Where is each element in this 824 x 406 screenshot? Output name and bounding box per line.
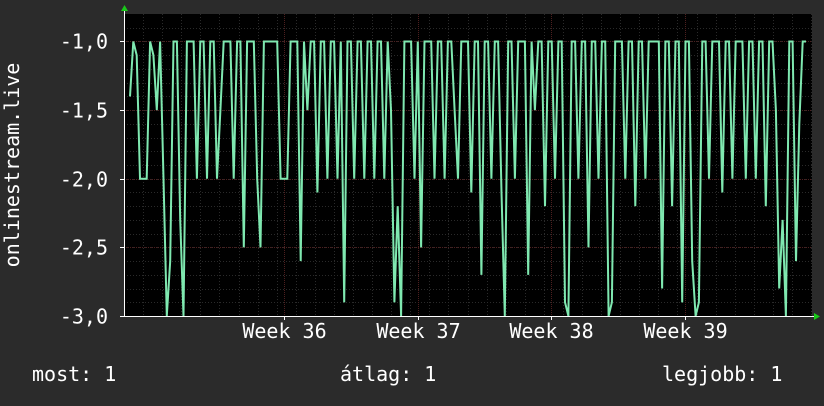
x-ticks: Week 36 Week 37 Week 38 Week 39 — [242, 316, 728, 343]
legend-max: legjobb: 1 — [662, 362, 783, 386]
x-tick-label: Week 39 — [643, 319, 727, 343]
y-tick-label: -2,5 — [60, 236, 108, 260]
chart: -1,0 -1,5 -2,0 -2,5 -3,0 Week 36 Week 37 Week … — [0, 0, 824, 402]
x-axis-arrow — [814, 313, 820, 320]
legend-average: átlag: 1 — [340, 362, 437, 386]
y-tick-label: -2,0 — [60, 168, 108, 192]
y-axis-arrow — [121, 5, 128, 11]
chart-svg: -1,0-1,5-2,0-2,5-3,0 Week 36 Week 37 Week … — [0, 5, 820, 343]
y-tick-label: -3,0 — [60, 305, 108, 329]
y-tick-label: -1,5 — [60, 99, 108, 123]
y-tick-label: -1,0 — [60, 30, 108, 54]
y-ticks: -1,0 -1,5 -2,0 -2,5 -3,0 — [60, 30, 124, 329]
y-axis-label: onlinestream.live — [0, 63, 24, 268]
x-tick-label: Week 38 — [509, 319, 593, 343]
x-tick-label: Week 36 — [242, 319, 326, 343]
legend-current: most: 1 — [32, 362, 117, 386]
x-tick-label: Week 37 — [376, 319, 460, 343]
